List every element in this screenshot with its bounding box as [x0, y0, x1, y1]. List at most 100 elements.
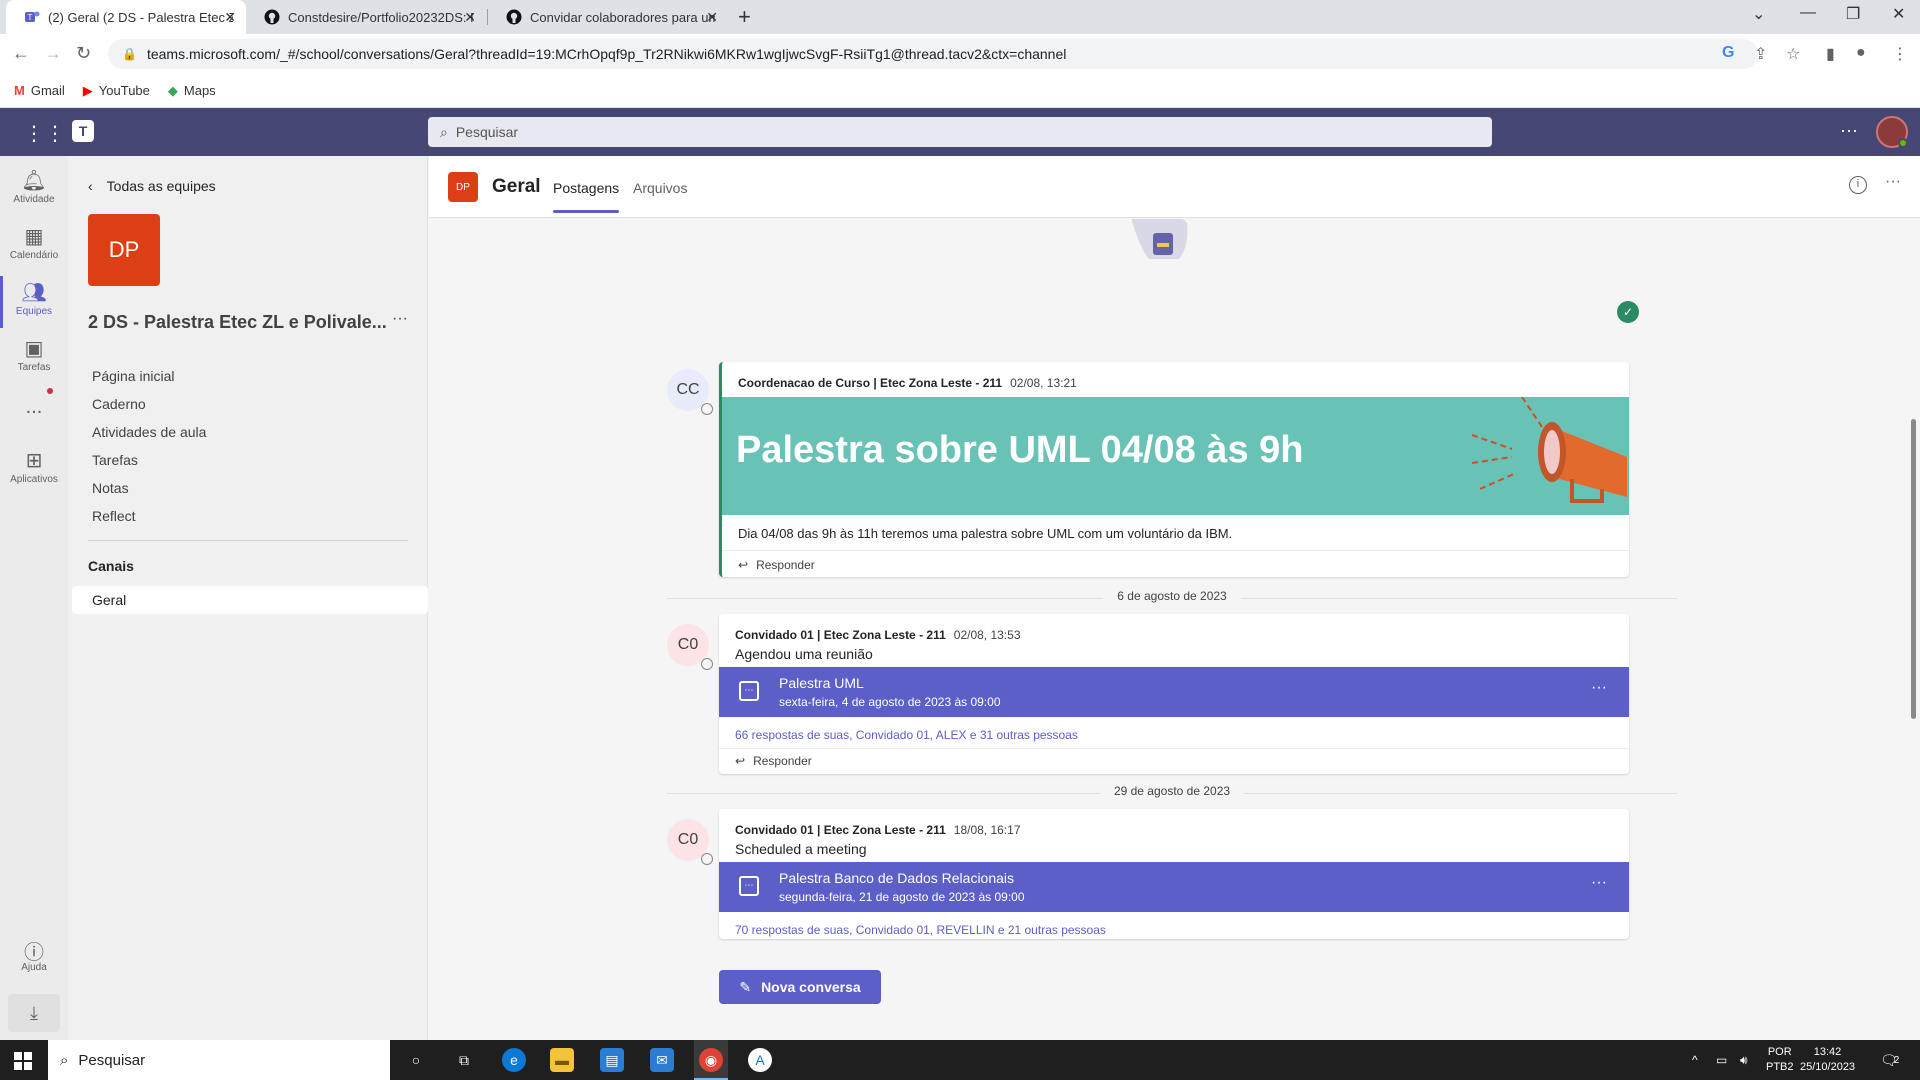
browser-tabstrip: T (2) Geral (2 DS - Palestra Etec ZL ✕ C… [0, 0, 1920, 34]
reply-button[interactable]: ↩ Responder [735, 754, 812, 768]
browser-toolbar: ← → ↻ 🔒 teams.microsoft.com/_#/school/co… [0, 34, 1920, 74]
message-card: Convidado 01 | Etec Zona Leste - 211 02/0… [719, 614, 1629, 774]
scrollbar[interactable] [1911, 419, 1916, 719]
github-icon [506, 9, 522, 25]
team-more-icon[interactable]: ··· [392, 310, 408, 328]
rail-item-calendar[interactable]: ▦ Calendário [0, 224, 68, 261]
replies-link[interactable]: 66 respostas de suas, Convidado 01, ALEX… [735, 728, 1078, 742]
store-icon[interactable]: ▤ [600, 1048, 624, 1072]
tab-posts[interactable]: Postagens [553, 180, 620, 213]
pin-icon[interactable]: ✓ [1617, 301, 1639, 323]
avatar[interactable]: C0 [667, 624, 713, 670]
close-window-button[interactable]: ✕ [1892, 4, 1905, 24]
team-nav-home[interactable]: Página inicial [92, 362, 206, 390]
illustration-image [1131, 219, 1188, 259]
close-tab-icon[interactable]: ✕ [464, 9, 476, 26]
side-panel-icon[interactable]: ▮ [1826, 44, 1835, 64]
browser-tab-github-invite[interactable]: Convidar colaboradores para um ✕ [488, 0, 728, 34]
meeting-more-icon[interactable]: ··· [1591, 679, 1607, 697]
bookmarks-bar: M Gmail ▶ YouTube ◆ Maps [0, 74, 1920, 108]
bookmark-maps[interactable]: ◆ Maps [168, 83, 216, 99]
task-view-icon[interactable]: ⧉ [452, 1048, 476, 1072]
google-icon[interactable]: G [1722, 44, 1734, 62]
restore-button[interactable]: ❐ [1846, 4, 1860, 24]
lock-icon[interactable]: 🔒 [122, 47, 137, 61]
rail-item-activity[interactable]: 🔔︎ Atividade [0, 168, 68, 205]
language-indicator[interactable]: POR PTB2 [1766, 1045, 1794, 1075]
edge-icon[interactable]: e [502, 1048, 526, 1072]
rail-item-apps[interactable]: ⊞ Aplicativos [0, 448, 68, 485]
share-icon[interactable]: ⇪ [1754, 44, 1767, 64]
browser-tab-github-portfolio[interactable]: Constdesire/Portfolio20232DS: P ✕ [246, 0, 486, 34]
bookmark-gmail[interactable]: M Gmail [14, 83, 65, 98]
taskbar-search[interactable]: ⌕ Pesquisar [48, 1040, 390, 1080]
close-tab-icon[interactable]: ✕ [706, 9, 718, 26]
channel-name: Geral [492, 176, 541, 197]
new-tab-button[interactable]: + [738, 4, 751, 30]
new-conversation-button[interactable]: ✎ Nova conversa [719, 970, 881, 1004]
all-teams-back-link[interactable]: ‹ Todas as equipes [88, 178, 216, 194]
meeting-more-icon[interactable]: ··· [1591, 874, 1607, 892]
divider [719, 748, 1629, 749]
forward-arrow-icon[interactable]: → [44, 43, 62, 64]
file-explorer-icon[interactable]: ▬ [550, 1048, 574, 1072]
rail-item-assignments[interactable]: ▣ Tarefas [0, 336, 68, 373]
channel-item-geral[interactable]: Geral [72, 586, 428, 614]
windows-start-icon[interactable] [14, 1052, 32, 1070]
profile-icon[interactable]: ● [1856, 44, 1866, 62]
compose-icon: ✎ [739, 978, 752, 995]
rail-item-more[interactable]: ... [0, 396, 68, 420]
browser-menu-icon[interactable]: ⋮ [1892, 44, 1908, 64]
bookmark-youtube[interactable]: ▶ YouTube [83, 83, 150, 99]
reply-button[interactable]: ↩ Responder [738, 558, 815, 572]
volume-icon[interactable]: 🔊︎ [1740, 1040, 1748, 1080]
help-icon: ⓘ [24, 942, 44, 964]
bookmark-star-icon[interactable]: ☆ [1786, 44, 1800, 64]
tab-search-chevron-icon[interactable]: ⌄ [1752, 4, 1765, 24]
minimize-button[interactable]: — [1800, 4, 1816, 22]
tray-chevron-icon[interactable]: ^ [1692, 1040, 1698, 1080]
reply-arrow-icon: ↩ [738, 558, 749, 572]
search-input[interactable]: ⌕ Pesquisar [428, 117, 1492, 147]
reload-icon[interactable]: ↻ [76, 43, 91, 64]
message-card: Convidado 01 | Etec Zona Leste - 211 18/0… [719, 809, 1629, 939]
mail-icon[interactable]: ✉ [650, 1048, 674, 1072]
back-arrow-icon[interactable]: ← [12, 43, 30, 64]
meeting-card[interactable]: ⋯ Palestra UML sexta-feira, 4 de agosto … [719, 667, 1629, 717]
team-nav-class-activities[interactable]: Atividades de aula [92, 418, 206, 446]
team-nav-assignments[interactable]: Tarefas [92, 446, 206, 474]
team-nav-grades[interactable]: Notas [92, 474, 206, 502]
rail-item-teams[interactable]: 👥︎ Equipes [0, 276, 68, 328]
replies-link[interactable]: 70 respostas de suas, Convidado 01, REVE… [735, 923, 1106, 937]
message-card: Coordenacao de Curso | Etec Zona Leste -… [719, 362, 1629, 577]
app-icon[interactable]: A [748, 1048, 772, 1072]
channel-more-icon[interactable]: ··· [1885, 173, 1901, 191]
info-icon[interactable]: i [1849, 176, 1867, 194]
tab-files[interactable]: Arquivos [633, 180, 687, 196]
notification-icon[interactable]: 🗨︎ 2 [1880, 1040, 1899, 1080]
search-icon: ⌕ [440, 123, 448, 140]
avatar[interactable]: C0 [667, 819, 713, 865]
download-icon[interactable]: ⤓ [8, 994, 60, 1032]
rail-item-help[interactable]: ⓘ Ajuda [0, 936, 68, 973]
message-time: 18/08, 16:17 [953, 823, 1021, 837]
fade-cover [667, 941, 1677, 955]
team-nav-notebook[interactable]: Caderno [92, 390, 206, 418]
message-text: Agendou uma reunião [735, 646, 873, 662]
team-nav-reflect[interactable]: Reflect [92, 502, 206, 530]
avatar[interactable]: CC [667, 369, 713, 415]
meeting-card[interactable]: ⋯ Palestra Banco de Dados Relacionais se… [719, 862, 1629, 912]
message-meta: Coordenacao de Curso | Etec Zona Leste -… [738, 376, 1077, 390]
user-avatar[interactable] [1876, 116, 1908, 148]
meeting-title: Palestra UML [779, 675, 864, 691]
address-bar[interactable]: 🔒 teams.microsoft.com/_#/school/conversa… [108, 39, 1758, 69]
browser-tab-teams[interactable]: T (2) Geral (2 DS - Palestra Etec ZL ✕ [6, 0, 246, 34]
clock[interactable]: 13:42 25/10/2023 [1800, 1045, 1855, 1075]
team-panel: ‹ Todas as equipes DP 2 DS - Palestra Et… [68, 156, 428, 1040]
close-tab-icon[interactable]: ✕ [224, 9, 236, 26]
bell-icon: 🔔︎ [21, 170, 47, 192]
chrome-icon[interactable]: ◉ [699, 1048, 723, 1072]
cortana-icon[interactable]: ○ [404, 1048, 428, 1072]
settings-more-icon[interactable]: ··· [1840, 120, 1858, 141]
network-icon[interactable]: ▭ [1716, 1040, 1727, 1080]
